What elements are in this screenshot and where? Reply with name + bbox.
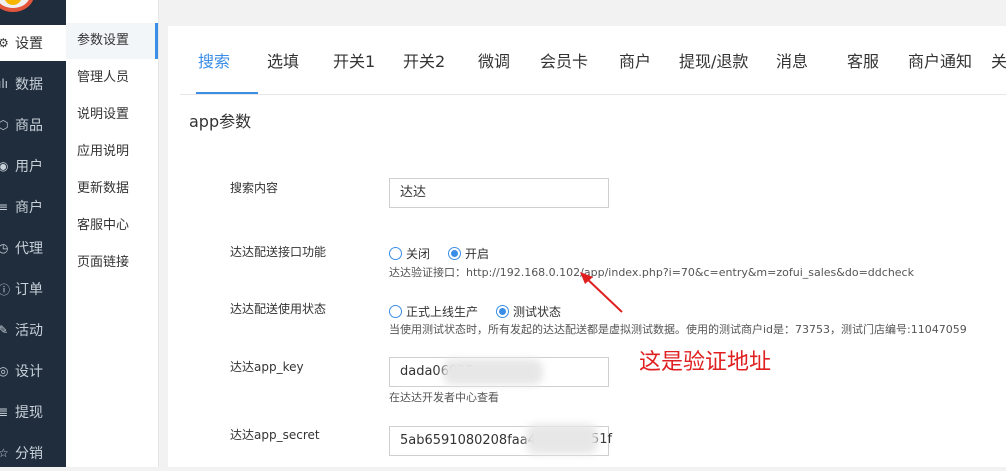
active-tab-indicator bbox=[196, 92, 258, 94]
annotation-text: 这是验证地址 bbox=[639, 350, 772, 375]
radio-test[interactable] bbox=[496, 305, 510, 318]
main-panel: 搜索 选填 开关1 开关2 微调 会员卡 商户 提现/退款 消息 客服 商户通知… bbox=[168, 26, 1006, 467]
sidebar-item-merchants[interactable]: ≡ 商户 bbox=[0, 189, 66, 225]
list-icon: ≣ bbox=[0, 405, 9, 419]
tab-messages[interactable]: 消息 bbox=[776, 48, 808, 72]
gear-icon: ⚙ bbox=[0, 36, 9, 50]
sidebar-item-label: 商户 bbox=[15, 200, 43, 216]
sidebar: ⚙ 设置 ılı 数据 ⬡ 商品 ◉ 用户 ≡ 商户 ◷ 代理 ⓘ 订单 ✎ 活动 ◎ 设计 ≣ 提… bbox=[0, 0, 66, 467]
star-icon: ☆ bbox=[0, 446, 9, 460]
sidebar-item-label: 订单 bbox=[15, 282, 43, 298]
radio-label: 关闭 bbox=[406, 247, 431, 261]
radio-on[interactable] bbox=[448, 247, 462, 260]
submenu-item-descriptions[interactable]: 说明设置 bbox=[66, 97, 158, 133]
user-icon: ◉ bbox=[0, 159, 9, 173]
tab-switch-2[interactable]: 开关2 bbox=[403, 48, 445, 72]
appkey-help: 在达达开发者中心查看 bbox=[389, 391, 499, 404]
sidebar-item-label: 代理 bbox=[15, 241, 43, 257]
sidebar-item-activities[interactable]: ✎ 活动 bbox=[0, 312, 66, 348]
submenu-item-app-info[interactable]: 应用说明 bbox=[66, 134, 158, 170]
submenu-item-page-links[interactable]: 页面链接 bbox=[66, 245, 158, 281]
sidebar-item-orders[interactable]: ⓘ 订单 bbox=[0, 271, 66, 307]
tab-tuning[interactable]: 微调 bbox=[478, 48, 510, 72]
tab-withdraw-refund[interactable]: 提现/退款 bbox=[679, 48, 748, 72]
sidebar-item-label: 商品 bbox=[15, 118, 43, 134]
box-icon: ⬡ bbox=[0, 118, 9, 132]
status-production-option[interactable]: 正式上线生产 bbox=[389, 303, 478, 320]
sidebar-item-label: 设计 bbox=[15, 364, 43, 380]
search-content-label: 搜索内容 bbox=[230, 181, 279, 195]
tab-customer-service[interactable]: 客服 bbox=[847, 48, 879, 72]
dada-api-radio-group: 关闭 开启 bbox=[389, 245, 507, 262]
tab-merchants[interactable]: 商户 bbox=[619, 48, 651, 72]
sidebar-item-agents[interactable]: ◷ 代理 bbox=[0, 230, 66, 266]
bar-chart-icon: ılı bbox=[0, 77, 9, 91]
tab-member-card[interactable]: 会员卡 bbox=[540, 48, 588, 72]
tab-merchant-notify[interactable]: 商户通知 bbox=[908, 48, 972, 72]
info-icon: ⓘ bbox=[0, 282, 11, 297]
sidebar-item-data[interactable]: ılı 数据 bbox=[0, 66, 66, 102]
submenu-item-service[interactable]: 客服中心 bbox=[66, 208, 158, 244]
dada-api-label: 达达配送接口功能 bbox=[230, 245, 327, 259]
dada-status-radio-group: 正式上线生产 测试状态 bbox=[389, 303, 579, 320]
radio-label: 测试状态 bbox=[513, 305, 562, 319]
clock-icon: ◷ bbox=[0, 241, 9, 255]
section-title: app参数 bbox=[189, 112, 252, 131]
status-help-text: 当使用测试状态时，所有发起的达达配送都是虚拟测试数据。使用的测试商户id是：73… bbox=[389, 323, 967, 336]
tab-bar: 搜索 选填 开关1 开关2 微调 会员卡 商户 提现/退款 消息 客服 商户通知… bbox=[180, 26, 1006, 95]
edit-icon: ✎ bbox=[0, 323, 9, 337]
secret-value: 5ab6591080208faa4 bbox=[400, 433, 536, 448]
palette-icon: ◎ bbox=[0, 364, 9, 378]
radio-production[interactable] bbox=[389, 305, 402, 318]
secret-label: 达达app_secret bbox=[230, 428, 320, 442]
appkey-label: 达达app_key bbox=[230, 360, 304, 374]
sidebar-item-distribution[interactable]: ☆ 分销 bbox=[0, 435, 66, 471]
sidebar-item-label: 设置 bbox=[15, 36, 43, 52]
dada-verify-url: 达达验证接口：http://192.168.0.102/app/index.ph… bbox=[389, 266, 914, 279]
sidebar-item-label: 用户 bbox=[15, 159, 43, 175]
dada-api-off-option[interactable]: 关闭 bbox=[389, 245, 430, 262]
submenu-item-update-data[interactable]: 更新数据 bbox=[66, 171, 158, 207]
search-content-input[interactable]: 达达 bbox=[389, 178, 609, 208]
tab-more[interactable]: 关 bbox=[991, 48, 1006, 72]
dada-status-label: 达达配送使用状态 bbox=[230, 302, 327, 316]
app-logo bbox=[0, 0, 34, 12]
status-test-option[interactable]: 测试状态 bbox=[496, 303, 561, 320]
tab-optional[interactable]: 选填 bbox=[267, 48, 299, 72]
sidebar-item-label: 数据 bbox=[15, 77, 43, 93]
submenu-item-managers[interactable]: 管理人员 bbox=[66, 60, 158, 96]
sidebar-item-design[interactable]: ◎ 设计 bbox=[0, 353, 66, 389]
dada-api-on-option[interactable]: 开启 bbox=[448, 245, 489, 262]
radio-label: 正式上线生产 bbox=[406, 305, 479, 319]
radio-off[interactable] bbox=[389, 247, 402, 260]
sidebar-item-goods[interactable]: ⬡ 商品 bbox=[0, 107, 66, 143]
sidebar-item-users[interactable]: ◉ 用户 bbox=[0, 148, 66, 184]
submenu-item-params[interactable]: 参数设置 bbox=[66, 23, 158, 59]
tab-switch-1[interactable]: 开关1 bbox=[333, 48, 375, 72]
list-icon: ≡ bbox=[0, 200, 9, 214]
sidebar-item-settings[interactable]: ⚙ 设置 bbox=[0, 25, 66, 61]
annotation-arrow bbox=[580, 272, 623, 313]
redaction-blur bbox=[443, 359, 543, 385]
submenu: 参数设置 管理人员 说明设置 应用说明 更新数据 客服中心 页面链接 bbox=[66, 0, 159, 467]
redaction-blur bbox=[526, 424, 598, 454]
sidebar-item-label: 提现 bbox=[15, 405, 43, 421]
sidebar-item-label: 分销 bbox=[15, 446, 43, 462]
radio-label: 开启 bbox=[465, 247, 490, 261]
sidebar-item-withdraw[interactable]: ≣ 提现 bbox=[0, 394, 66, 430]
tab-search[interactable]: 搜索 bbox=[198, 48, 230, 72]
sidebar-item-label: 活动 bbox=[15, 323, 43, 339]
